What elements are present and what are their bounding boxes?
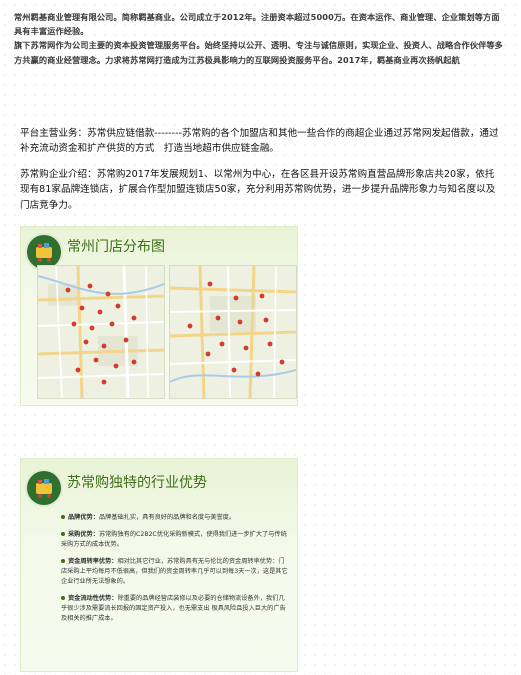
store-map-title: 常州门店分布图 (67, 239, 165, 255)
bullet-icon (61, 515, 65, 519)
store-map-panel: 常州门店分布图 (20, 226, 298, 406)
intro-paragraph-2: 旗下苏常网作为公司主要的资本投资管理服务平台。始终坚持以公开、透明、专注与诚信原… (14, 40, 503, 65)
advantage-item: 资金周转率优势：相对比其它行业，苏常购具有无与伦比的资金周转率优势：门店采购上平… (61, 557, 289, 587)
store-map-left (37, 265, 165, 399)
advantage-item: 品牌优势：品牌基础扎实，具有良好的品牌和名度与美誉度。 (61, 513, 289, 523)
store-map-right (169, 265, 297, 399)
advantage-label: 资金流动性优势： (68, 595, 118, 602)
company-paragraph: 苏常购企业介绍：苏常购2017年发展规划1、以常州为中心，在各区县开设苏常购直营… (20, 169, 496, 211)
advantages-title: 苏常购独特的行业优势 (67, 475, 207, 491)
page: 常州羁基商业管理有限公司。简称羁基商业。公司成立于2012年。注册资本超过500… (0, 0, 521, 675)
bullet-icon (61, 596, 65, 600)
advantage-label: 采购优势： (68, 531, 99, 538)
advantage-item: 资金流动性优势：除重要的品牌经营店装修以及必要的仓储物流设备外，我们几乎很少涉及… (61, 594, 289, 624)
bullet-icon (61, 532, 65, 536)
brand-logo-icon (27, 471, 61, 505)
bullet-icon (61, 559, 65, 563)
brand-logo-icon (27, 235, 61, 269)
advantage-item: 采购优势：苏常购独有的C2B2C优化采购新模式，使得我们进一步扩大了与传统采购方… (61, 530, 289, 550)
intro-paragraph-1: 常州羁基商业管理有限公司。简称羁基商业。公司成立于2012年。注册资本超过500… (14, 12, 500, 37)
advantage-label: 品牌优势： (68, 514, 99, 521)
advantages-panel: 苏常购独特的行业优势 品牌优势：品牌基础扎实，具有良好的品牌和名度与美誉度。 采… (20, 458, 298, 672)
business-paragraph: 平台主营业务：苏常供应链借款--------苏常购的各个加盟店和其他一些合作的商… (20, 128, 499, 155)
advantage-label: 资金周转率优势： (68, 558, 118, 565)
company-intro: 常州羁基商业管理有限公司。简称羁基商业。公司成立于2012年。注册资本超过500… (14, 10, 504, 67)
advantage-text: 品牌基础扎实，具有良好的品牌和名度与美誉度。 (98, 514, 236, 521)
advantages-list: 品牌优势：品牌基础扎实，具有良好的品牌和名度与美誉度。 采购优势：苏常购独有的C… (61, 513, 289, 631)
